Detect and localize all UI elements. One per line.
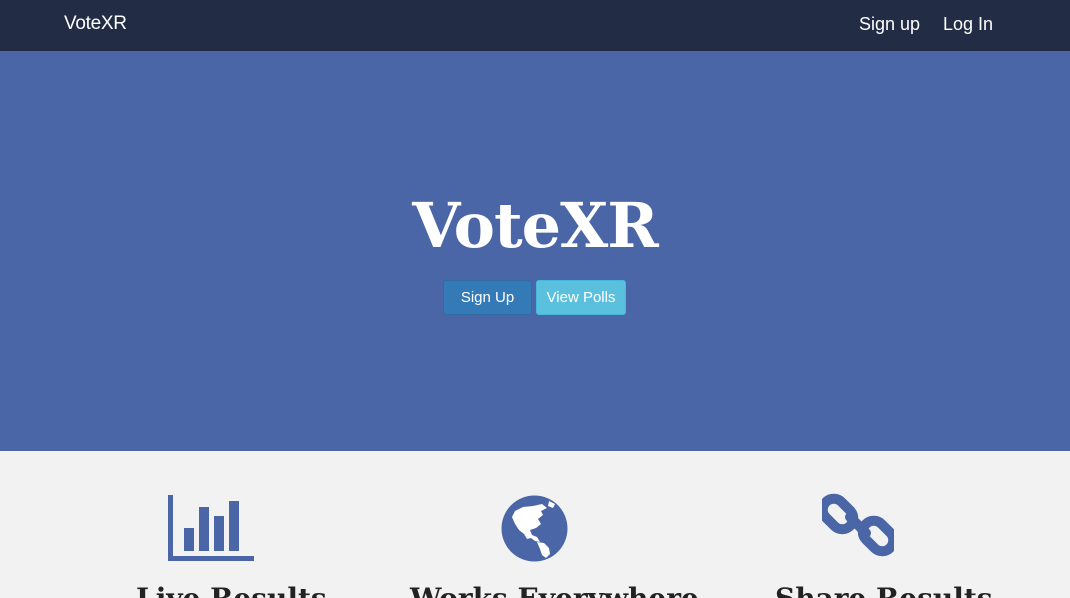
feature-title-works-everywhere: Works Everywhere (410, 582, 699, 598)
nav-signup-link[interactable]: Sign up (859, 14, 920, 35)
view-polls-button[interactable]: View Polls (536, 280, 626, 315)
features-section: Live Results Works Everywhere Share Resu… (0, 451, 1070, 598)
globe-icon (501, 495, 568, 562)
hero-section: VoteXR Sign Up View Polls (0, 51, 1070, 451)
hero-title: VoteXR (412, 189, 658, 262)
navbar: VoteXR Sign up Log In (0, 0, 1070, 51)
brand-logo-link[interactable]: VoteXR (64, 13, 127, 35)
feature-title-live-results: Live Results (136, 582, 327, 598)
signup-button[interactable]: Sign Up (443, 280, 532, 315)
nav-login-link[interactable]: Log In (943, 14, 993, 35)
bar-chart-icon (168, 495, 254, 561)
feature-title-share-results: Share Results (775, 582, 993, 598)
link-icon (822, 493, 894, 557)
